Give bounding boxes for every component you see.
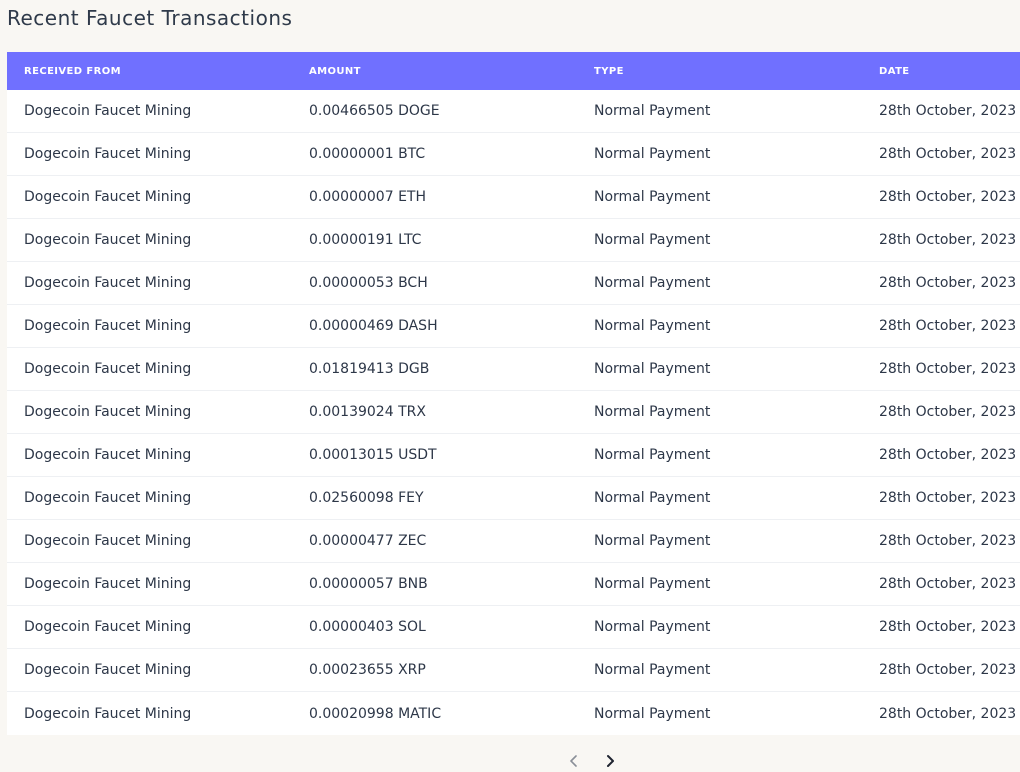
received-from-cell: Dogecoin Faucet Mining: [24, 404, 192, 420]
table-row: Dogecoin Faucet Mining 0.00000001 BTC Norm…: [7, 133, 1020, 176]
table-row: Dogecoin Faucet Mining 0.01819413 DGB Norm…: [7, 348, 1020, 391]
amount-cell: 0.00139024 TRX: [309, 404, 426, 420]
type-cell: Normal Payment: [594, 361, 711, 377]
amount-cell: 0.00466505 DOGE: [309, 103, 440, 119]
date-cell: 28th October, 2023: [879, 189, 1017, 205]
type-cell: Normal Payment: [594, 189, 711, 205]
column-header-type: TYPE: [594, 65, 624, 77]
amount-cell: 0.00000477 ZEC: [309, 533, 427, 549]
date-cell: 28th October, 2023: [879, 103, 1017, 119]
amount-cell: 0.00000053 BCH: [309, 275, 428, 291]
amount-cell: 0.00000469 DASH: [309, 318, 438, 334]
table-row: Dogecoin Faucet Mining 0.00000477 ZEC Norm…: [7, 520, 1020, 563]
amount-cell: 0.00013015 USDT: [309, 447, 437, 463]
date-cell: 28th October, 2023: [879, 232, 1017, 248]
received-from-cell: Dogecoin Faucet Mining: [24, 189, 192, 205]
table-row: Dogecoin Faucet Mining 0.00023655 XRP Norm…: [7, 649, 1020, 692]
received-from-cell: Dogecoin Faucet Mining: [24, 662, 192, 678]
date-cell: 28th October, 2023: [879, 662, 1017, 678]
chevron-right-icon: [607, 755, 614, 767]
type-cell: Normal Payment: [594, 103, 711, 119]
received-from-cell: Dogecoin Faucet Mining: [24, 533, 192, 549]
date-cell: 28th October, 2023: [879, 447, 1017, 463]
amount-cell: 0.00020998 MATIC: [309, 705, 442, 722]
received-from-cell: Dogecoin Faucet Mining: [24, 103, 192, 119]
table-row: Dogecoin Faucet Mining 0.00013015 USDT Nor…: [7, 434, 1020, 477]
received-from-cell: Dogecoin Faucet Mining: [24, 318, 192, 334]
table-row: Dogecoin Faucet Mining 0.00139024 TRX Norm…: [7, 391, 1020, 434]
amount-cell: 0.00000057 BNB: [309, 576, 428, 592]
type-cell: Normal Payment: [594, 146, 711, 162]
received-from-cell: Dogecoin Faucet Mining: [24, 705, 192, 722]
type-cell: Normal Payment: [594, 275, 711, 291]
type-cell: Normal Payment: [594, 318, 711, 334]
table-header: RECEIVED FROM AMOUNT TYPE DATE: [7, 52, 1020, 90]
column-header-received-from: RECEIVED FROM: [24, 65, 121, 77]
column-header-amount: AMOUNT: [309, 65, 361, 77]
type-cell: Normal Payment: [594, 662, 711, 678]
amount-cell: 0.00000403 SOL: [309, 619, 426, 635]
table-body: Dogecoin Faucet Mining 0.00466505 DOGE Nor…: [7, 90, 1020, 735]
transactions-table: RECEIVED FROM AMOUNT TYPE DATE Dogecoin …: [7, 52, 1020, 735]
received-from-cell: Dogecoin Faucet Mining: [24, 576, 192, 592]
amount-cell: 0.02560098 FEY: [309, 490, 424, 506]
type-cell: Normal Payment: [594, 232, 711, 248]
date-cell: 28th October, 2023: [879, 318, 1017, 334]
table-row: Dogecoin Faucet Mining 0.02560098 FEY Norm…: [7, 477, 1020, 520]
page-title: Recent Faucet Transactions: [7, 6, 293, 30]
table-row: Dogecoin Faucet Mining 0.00466505 DOGE Nor…: [7, 90, 1020, 133]
next-page-button[interactable]: [602, 750, 618, 772]
table-row: Dogecoin Faucet Mining 0.00000469 DASH Nor…: [7, 305, 1020, 348]
type-cell: Normal Payment: [594, 705, 711, 722]
received-from-cell: Dogecoin Faucet Mining: [24, 361, 192, 377]
type-cell: Normal Payment: [594, 619, 711, 635]
received-from-cell: Dogecoin Faucet Mining: [24, 232, 192, 248]
pagination: [566, 750, 618, 772]
amount-cell: 0.00000001 BTC: [309, 146, 426, 162]
received-from-cell: Dogecoin Faucet Mining: [24, 490, 192, 506]
type-cell: Normal Payment: [594, 490, 711, 506]
type-cell: Normal Payment: [594, 576, 711, 592]
received-from-cell: Dogecoin Faucet Mining: [24, 275, 192, 291]
date-cell: 28th October, 2023: [879, 146, 1017, 162]
chevron-left-icon: [570, 755, 577, 767]
table-row: Dogecoin Faucet Mining 0.00020998 MATIC No…: [7, 692, 1020, 735]
table-row: Dogecoin Faucet Mining 0.00000057 BNB Norm…: [7, 563, 1020, 606]
date-cell: 28th October, 2023: [879, 490, 1017, 506]
table-row: Dogecoin Faucet Mining 0.00000053 BCH Norm…: [7, 262, 1020, 305]
prev-page-button[interactable]: [566, 750, 582, 772]
date-cell: 28th October, 2023: [879, 619, 1017, 635]
table-row: Dogecoin Faucet Mining 0.00000191 LTC Norm…: [7, 219, 1020, 262]
type-cell: Normal Payment: [594, 533, 711, 549]
received-from-cell: Dogecoin Faucet Mining: [24, 619, 192, 635]
type-cell: Normal Payment: [594, 404, 711, 420]
date-cell: 28th October, 2023: [879, 576, 1017, 592]
received-from-cell: Dogecoin Faucet Mining: [24, 146, 192, 162]
date-cell: 28th October, 2023: [879, 705, 1017, 722]
type-cell: Normal Payment: [594, 447, 711, 463]
date-cell: 28th October, 2023: [879, 533, 1017, 549]
amount-cell: 0.00000191 LTC: [309, 232, 422, 248]
date-cell: 28th October, 2023: [879, 361, 1017, 377]
table-row: Dogecoin Faucet Mining 0.00000403 SOL Norm…: [7, 606, 1020, 649]
amount-cell: 0.00000007 ETH: [309, 189, 426, 205]
date-cell: 28th October, 2023: [879, 404, 1017, 420]
table-row: Dogecoin Faucet Mining 0.00000007 ETH Norm…: [7, 176, 1020, 219]
amount-cell: 0.01819413 DGB: [309, 361, 430, 377]
column-header-date: DATE: [879, 65, 910, 77]
date-cell: 28th October, 2023: [879, 275, 1017, 291]
amount-cell: 0.00023655 XRP: [309, 662, 426, 678]
received-from-cell: Dogecoin Faucet Mining: [24, 447, 192, 463]
